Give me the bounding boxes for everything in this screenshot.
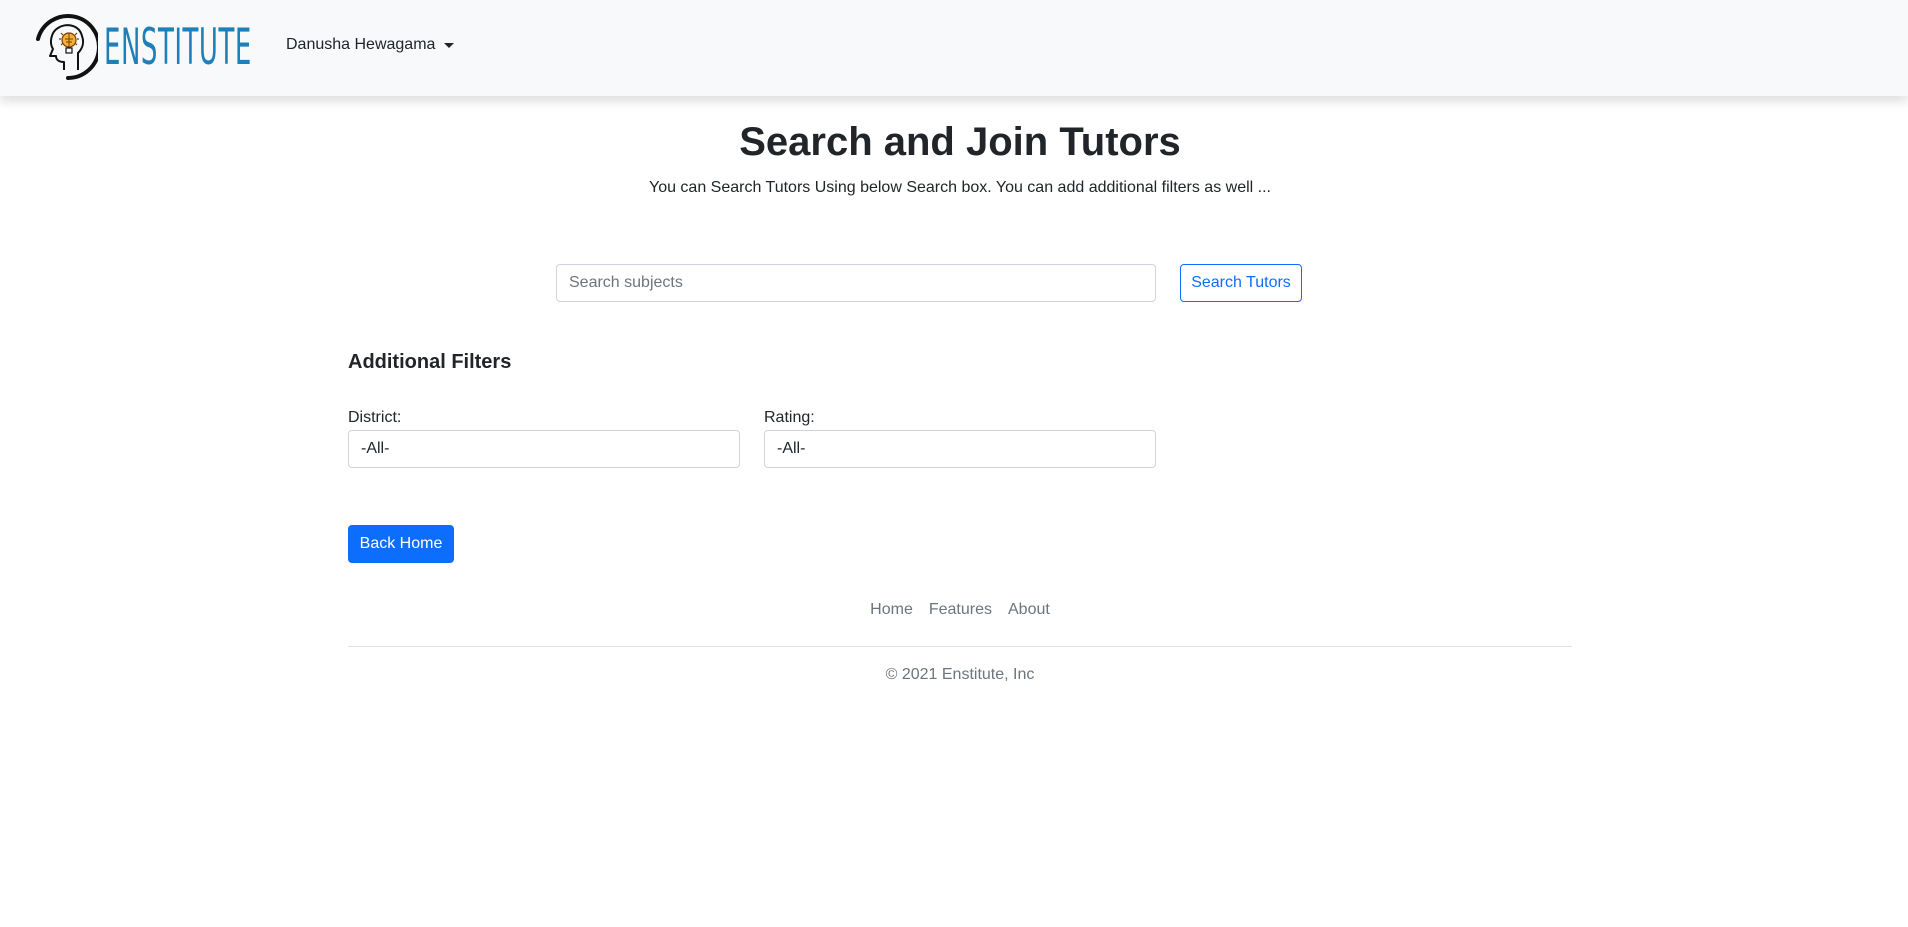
rating-label: Rating: — [764, 409, 815, 426]
district-selected-value: -All- — [361, 440, 390, 457]
footer-link-about[interactable]: About — [1008, 601, 1050, 619]
rating-select[interactable]: -All- — [764, 430, 1156, 468]
district-select[interactable]: -All- — [348, 430, 740, 468]
brain-lightbulb-logo-icon — [28, 12, 98, 82]
footer-link-features[interactable]: Features — [929, 601, 992, 619]
page-subtitle: You can Search Tutors Using below Search… — [648, 179, 1271, 196]
filters-heading: Additional Filters — [348, 351, 512, 373]
page-title: Search and Join Tutors — [739, 120, 1181, 164]
rating-selected-value: -All- — [777, 440, 806, 457]
caret-down-icon — [444, 42, 455, 48]
brand-wordmark: ENSTITUTE — [104, 18, 252, 76]
back-home-button[interactable]: Back Home — [348, 525, 454, 563]
search-input[interactable] — [556, 264, 1156, 302]
search-tutors-button[interactable]: Search Tutors — [1180, 264, 1302, 302]
footer-nav: Home Features About — [0, 601, 1908, 619]
footer-link-home[interactable]: Home — [870, 601, 913, 619]
top-navbar: ENSTITUTE Danusha Hewagama — [0, 0, 1908, 96]
user-name: Danusha Hewagama — [286, 36, 436, 53]
user-menu-dropdown[interactable]: Danusha Hewagama — [286, 36, 455, 54]
district-label: District: — [348, 409, 402, 426]
copyright-text: © 2021 Enstitute, Inc — [885, 666, 1035, 683]
footer-divider — [348, 646, 1572, 647]
